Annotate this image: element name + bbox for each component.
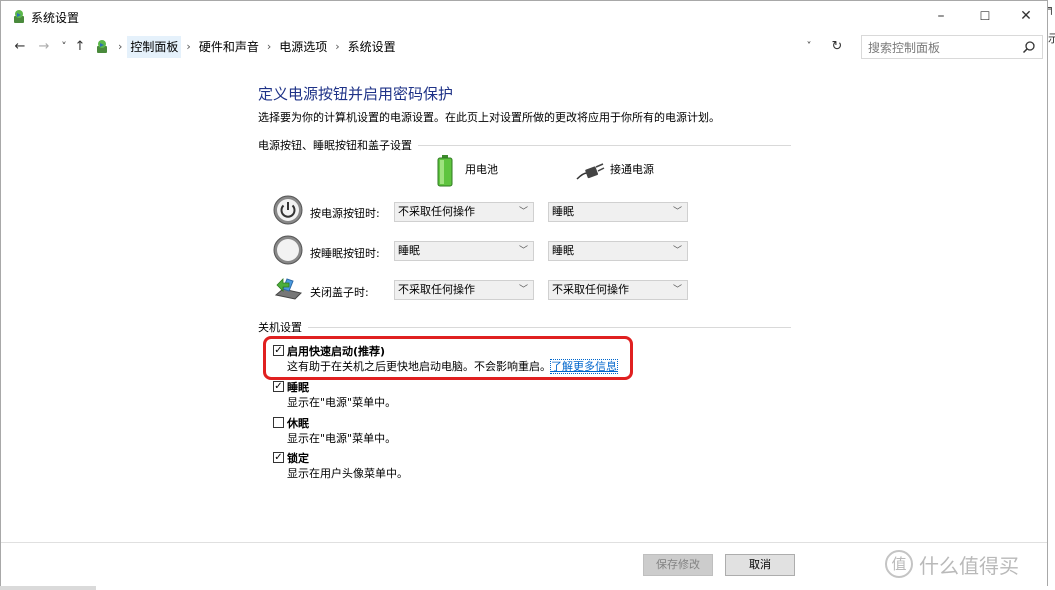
chevron-down-icon: ﹀ [518, 207, 528, 217]
plugged-in-column-header: 接通电源 [610, 163, 654, 176]
control-panel-icon [97, 40, 107, 53]
select-value: 睡眠 [398, 244, 420, 257]
close-lid-battery-select[interactable]: 不采取任何操作 ﹀ [394, 280, 534, 300]
chevron-down-icon: ﹀ [672, 285, 682, 295]
edge-fragment: 示 [1048, 32, 1055, 45]
battery-column-header: 用电池 [465, 163, 498, 176]
maximize-button[interactable]: ☐ [963, 1, 1007, 31]
up-button[interactable]: ↑ [73, 38, 87, 56]
breadcrumb-separator[interactable]: › [335, 36, 339, 58]
battery-icon [437, 155, 453, 187]
chevron-down-icon: ﹀ [672, 246, 682, 256]
power-button-icon [273, 195, 303, 225]
search-input[interactable] [866, 38, 1020, 58]
breadcrumb-separator: › [118, 40, 123, 53]
refresh-button[interactable]: ↻ [828, 39, 846, 55]
chevron-down-icon: ﹀ [518, 285, 528, 295]
sleep-description: 显示在"电源"菜单中。 [287, 396, 397, 409]
select-value: 不采取任何操作 [398, 283, 475, 296]
watermark-text: 什么值得买 [919, 553, 1019, 578]
hibernate-label[interactable]: 休眠 [287, 415, 309, 431]
recent-locations-button[interactable]: ˅ [57, 38, 71, 56]
close-lid-label: 关闭盖子时: [310, 286, 369, 299]
breadcrumb-power-options[interactable]: 电源选项 [276, 36, 330, 58]
cancel-button[interactable]: 取消 [725, 554, 795, 576]
red-highlight-annotation [263, 336, 633, 380]
sleep-button-battery-select[interactable]: 睡眠 ﹀ [394, 241, 534, 261]
control-panel-icon [14, 10, 24, 23]
close-button[interactable]: ✕ [1004, 1, 1048, 31]
control-panel-window: 系统设置 – ☐ ✕ ← → ˅ ↑ › 控制面板 › 硬件和声音 › 电源选项… [0, 0, 1048, 587]
lock-checkbox[interactable]: ✓ [273, 452, 284, 463]
sleep-label[interactable]: 睡眠 [287, 379, 309, 395]
breadcrumb-separator[interactable]: › [186, 36, 190, 58]
select-value: 不采取任何操作 [552, 283, 629, 296]
divider [418, 144, 791, 146]
divider [308, 326, 791, 328]
watermark-logo: 值 [885, 550, 913, 578]
breadcrumb-separator[interactable]: › [267, 36, 271, 58]
power-button-label: 按电源按钮时: [310, 207, 380, 220]
page-description: 选择要为你的计算机设置的电源设置。在此页上对设置所做的更改将应用于你所有的电源计… [258, 111, 720, 124]
breadcrumb-system-settings[interactable]: 系统设置 [345, 36, 399, 58]
sleep-checkbox[interactable]: ✓ [273, 381, 284, 392]
chevron-down-icon: ﹀ [518, 246, 528, 256]
breadcrumb: › 控制面板 › 硬件和声音 › 电源选项 › 系统设置 [91, 36, 821, 58]
address-bar: ← → ˅ ↑ › 控制面板 › 硬件和声音 › 电源选项 › 系统设置 ˅ ↻ [1, 32, 1047, 62]
forward-button[interactable]: → [37, 38, 51, 56]
title-bar: 系统设置 – ☐ ✕ [1, 1, 1047, 31]
search-box[interactable] [861, 35, 1043, 59]
sleep-button-label: 按睡眠按钮时: [310, 247, 380, 260]
laptop-lid-icon [274, 278, 302, 300]
main-content: 定义电源按钮并启用密码保护 选择要为你的计算机设置的电源设置。在此页上对设置所做… [1, 63, 1047, 543]
select-value: 不采取任何操作 [398, 205, 475, 218]
shutdown-section-heading: 关机设置 [258, 319, 791, 335]
hibernate-checkbox[interactable] [273, 417, 284, 428]
back-button[interactable]: ← [13, 38, 27, 56]
hibernate-description: 显示在"电源"菜单中。 [287, 432, 397, 445]
shutdown-section-heading-text: 关机设置 [258, 321, 302, 334]
watermark: 值 什么值得买 [885, 546, 1019, 582]
address-dropdown-button[interactable]: ˅ [801, 39, 817, 55]
power-section-heading: 电源按钮、睡眠按钮和盖子设置 [258, 137, 791, 153]
power-section-heading-text: 电源按钮、睡眠按钮和盖子设置 [258, 139, 412, 152]
lock-description: 显示在用户头像菜单中。 [287, 467, 408, 480]
sleep-button-plugged-select[interactable]: 睡眠 ﹀ [548, 241, 688, 261]
taskbar-strip [0, 586, 96, 590]
window-title: 系统设置 [31, 11, 80, 25]
power-plug-icon [576, 163, 605, 180]
breadcrumb-control-panel[interactable]: 控制面板 [127, 36, 182, 58]
breadcrumb-hardware-sound[interactable]: 硬件和声音 [196, 36, 262, 58]
select-value: 睡眠 [552, 205, 574, 218]
chevron-down-icon: ﹀ [672, 207, 682, 217]
sleep-button-icon [273, 235, 303, 265]
search-icon[interactable] [1022, 40, 1036, 54]
power-button-plugged-select[interactable]: 睡眠 ﹀ [548, 202, 688, 222]
minimize-button[interactable]: – [919, 1, 963, 31]
close-lid-plugged-select[interactable]: 不采取任何操作 ﹀ [548, 280, 688, 300]
select-value: 睡眠 [552, 244, 574, 257]
edge-fragment: ╕ [1048, 2, 1055, 15]
power-button-battery-select[interactable]: 不采取任何操作 ﹀ [394, 202, 534, 222]
save-changes-button[interactable]: 保存修改 [643, 554, 713, 576]
lock-label[interactable]: 锁定 [287, 450, 309, 466]
page-title: 定义电源按钮并启用密码保护 [258, 85, 454, 103]
